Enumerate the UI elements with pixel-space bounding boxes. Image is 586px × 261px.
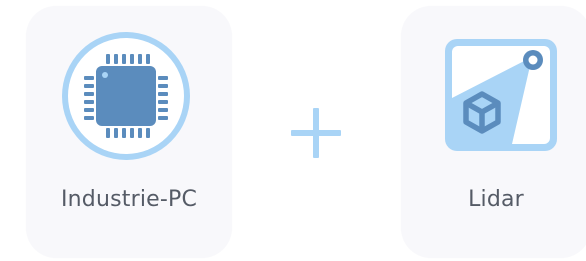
lidar-sensor-icon [445, 39, 557, 151]
industrial-pc-label: Industrie-PC [60, 187, 198, 212]
lidar-label: Lidar [468, 187, 524, 212]
industrial-pc-card[interactable]: Industrie-PC [26, 6, 232, 258]
component-combination: Industrie-PC Lidar [0, 0, 586, 261]
lidar-card[interactable]: Lidar [401, 6, 586, 258]
cpu-chip-icon [62, 32, 190, 160]
plus-icon [291, 108, 341, 158]
